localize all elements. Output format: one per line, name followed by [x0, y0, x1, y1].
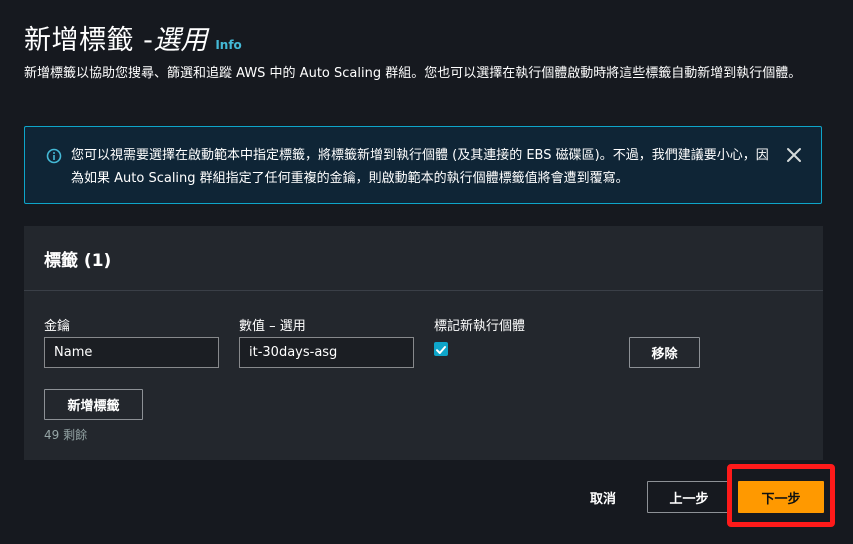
page-title: 新增標籤 - 選用 Info [24, 18, 242, 57]
alert-message: 您可以視需要選擇在啟動範本中指定標籤，將標籤新增到執行個體 (及其連接的 EBS… [71, 148, 769, 186]
page-title-text: 新增標籤 - [24, 25, 154, 56]
check-icon [436, 346, 446, 354]
tag-key-input[interactable]: Name [44, 337, 219, 368]
tags-panel-title: 標籤 (1) [44, 251, 112, 271]
tag-value-input[interactable]: it-30days-asg [239, 337, 414, 368]
next-button[interactable]: 下一步 [738, 481, 824, 513]
tags-panel: 標籤 (1) 金鑰 數值 – 選用 標記新執行個體 Name it-30days… [24, 226, 823, 460]
tags-panel-header: 標籤 (1) [24, 226, 823, 291]
tags-remaining-count: 49 剩餘 [44, 428, 88, 442]
previous-button[interactable]: 上一步 [647, 481, 731, 513]
add-tag-button[interactable]: 新增標籤 [44, 389, 143, 420]
key-column-label: 金鑰 [44, 319, 71, 334]
value-column-label: 數值 – 選用 [239, 319, 306, 334]
info-circle-icon [46, 148, 62, 164]
cancel-button[interactable]: 取消 [590, 488, 616, 507]
info-link[interactable]: Info [215, 38, 241, 52]
tag-new-instances-checkbox[interactable] [434, 342, 448, 356]
page-title-optional: 選用 [153, 25, 208, 56]
propagate-column-label: 標記新執行個體 [434, 319, 526, 334]
info-alert: 您可以視需要選擇在啟動範本中指定標籤，將標籤新增到執行個體 (及其連接的 EBS… [24, 126, 822, 204]
create-asg-tags-step: 新增標籤 - 選用 Info 新增標籤以協助您搜尋、篩選和追蹤 AWS 中的 A… [0, 0, 853, 544]
remove-tag-button[interactable]: 移除 [629, 337, 700, 368]
page-description: 新增標籤以協助您搜尋、篩選和追蹤 AWS 中的 Auto Scaling 群組。… [24, 66, 802, 81]
close-icon[interactable] [785, 146, 803, 164]
